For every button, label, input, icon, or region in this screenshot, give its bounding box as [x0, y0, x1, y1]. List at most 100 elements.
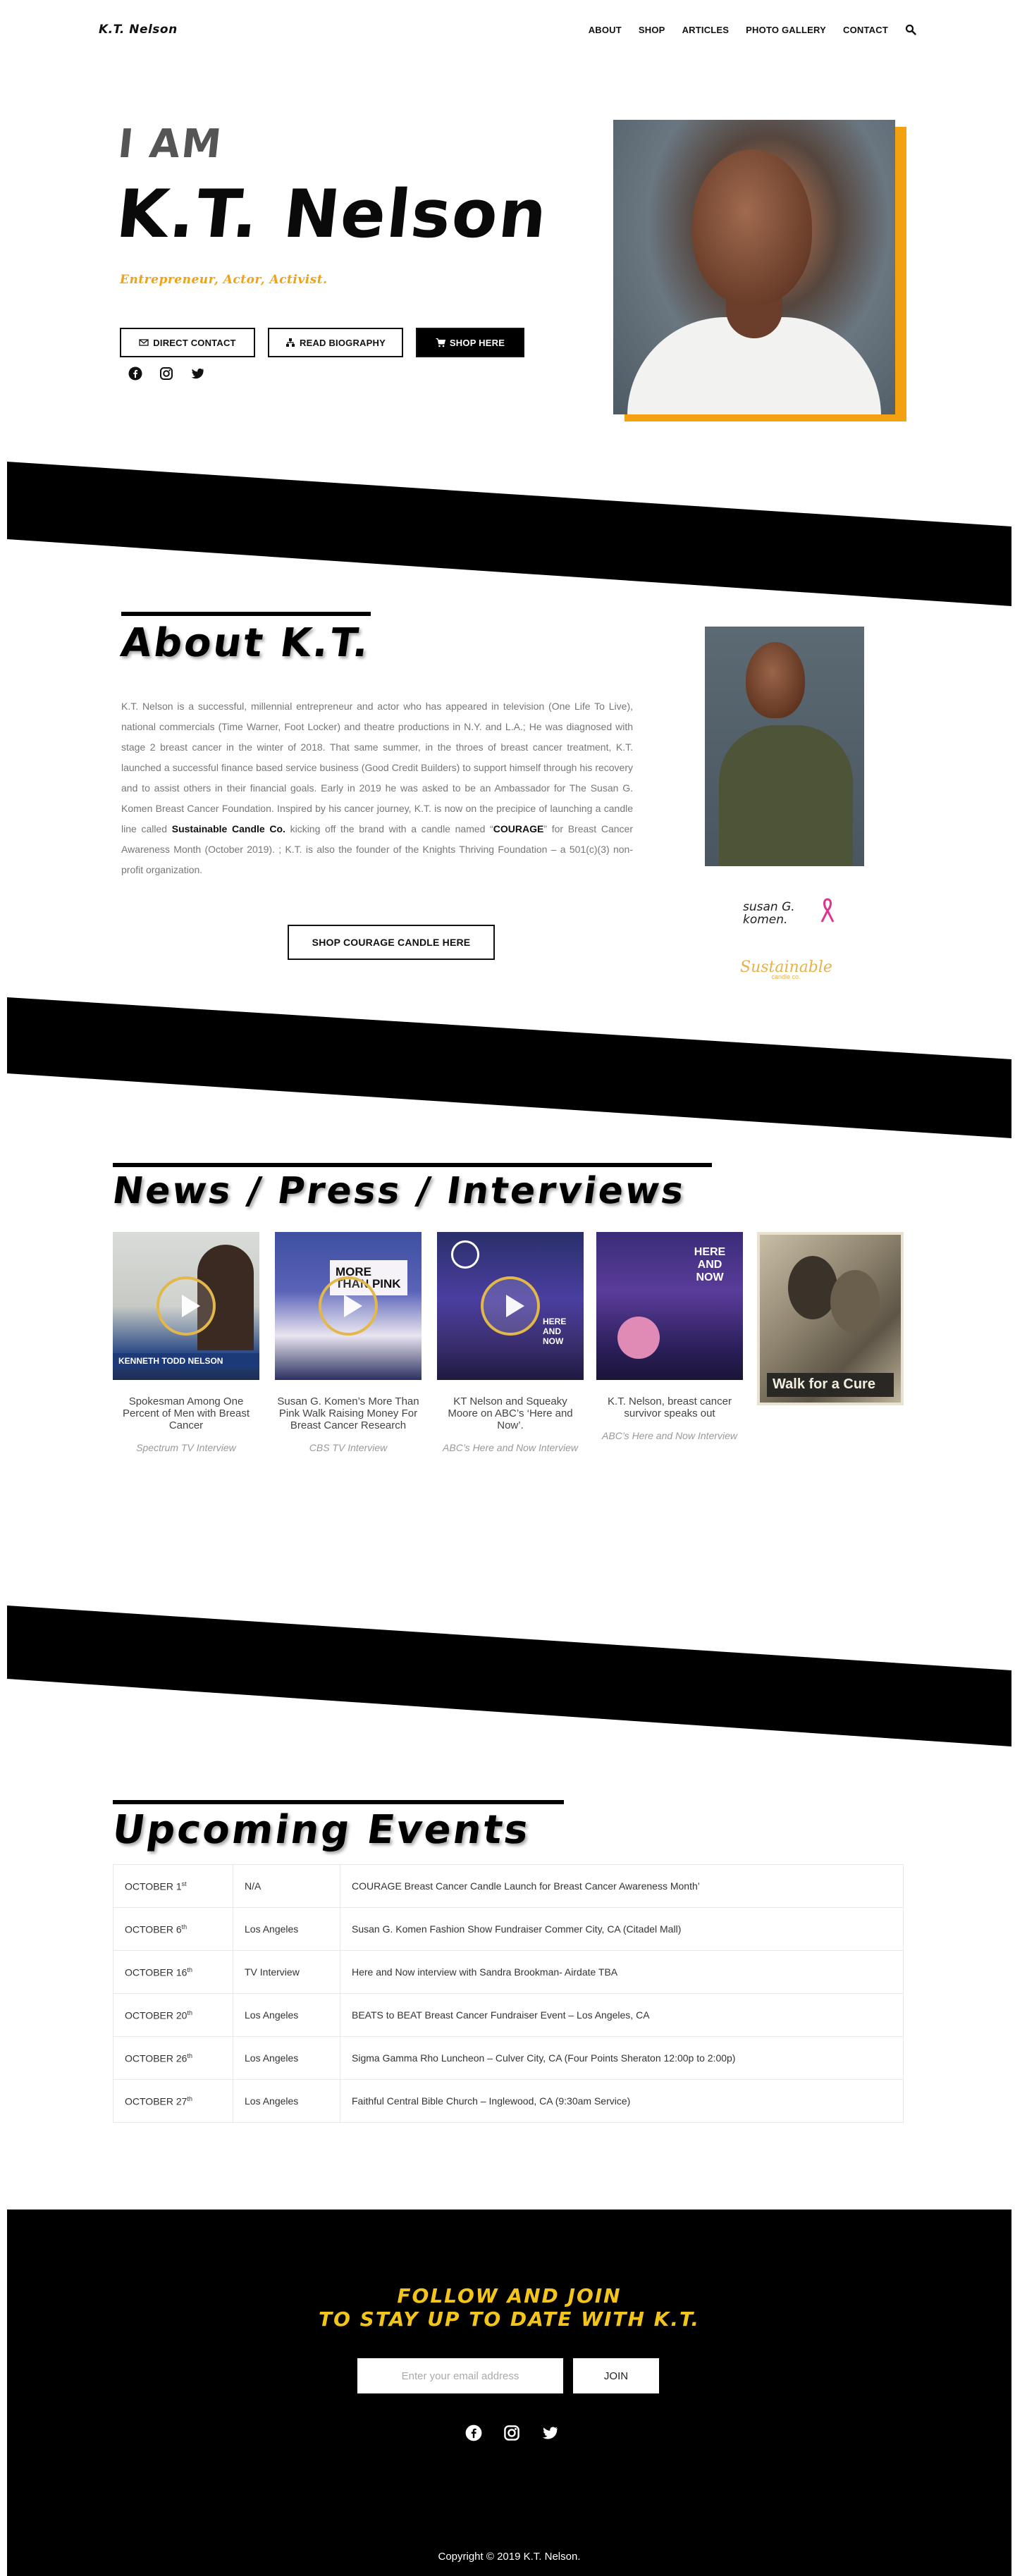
hero-intro: I AM: [116, 121, 225, 167]
email-field[interactable]: [357, 2358, 563, 2393]
divider-stripe: [7, 1606, 1011, 1746]
shop-here-button[interactable]: SHOP HERE: [416, 328, 524, 357]
news-caption: Walk for a Cure: [767, 1373, 894, 1397]
pink-ribbon-icon: [820, 898, 835, 923]
event-description: Here and Now interview with Sandra Brook…: [340, 1950, 904, 1994]
site-logo[interactable]: K.T. Nelson: [99, 23, 178, 37]
news-caption: HERE AND NOW: [694, 1246, 726, 1283]
komen-logo[interactable]: susan G. komen.: [743, 898, 842, 943]
shop-here-label: SHOP HERE: [449, 337, 505, 348]
event-date: OCTOBER 27th: [113, 2079, 233, 2123]
news-title-text[interactable]: Susan G. Komen’s More Than Pink Walk Rai…: [275, 1395, 422, 1431]
top-nav: K.T. Nelson ABOUT SHOP ARTICLES PHOTO GA…: [0, 0, 1015, 62]
instagram-icon[interactable]: [159, 366, 173, 381]
event-description: Sigma Gamma Rho Luncheon – Culver City, …: [340, 2036, 904, 2080]
event-date: OCTOBER 26th: [113, 2036, 233, 2080]
event-description: Susan G. Komen Fashion Show Fundraiser C…: [340, 1907, 904, 1951]
event-date: OCTOBER 6th: [113, 1907, 233, 1951]
news-card[interactable]: HERE AND NOW K.T. Nelson, breast cancer …: [596, 1232, 743, 1441]
about-title-rule: [121, 612, 371, 616]
news-source: ABC’s Here and Now Interview: [602, 1430, 737, 1441]
main-menu: ABOUT SHOP ARTICLES PHOTO GALLERY CONTAC…: [589, 24, 916, 35]
news-thumbnail[interactable]: KENNETH TODD NELSON: [113, 1232, 259, 1380]
news-title-text[interactable]: Spokesman Among One Percent of Men with …: [113, 1395, 259, 1431]
play-icon[interactable]: [481, 1276, 540, 1336]
events-title-rule: [113, 1800, 564, 1804]
courage-candle-name: COURAGE: [493, 823, 544, 834]
footer-headline-line2: TO STAY UP TO DATE WITH K.T.: [319, 2307, 700, 2331]
nav-articles[interactable]: ARTICLES: [682, 25, 730, 35]
news-card[interactable]: Walk for a Cure: [757, 1232, 904, 1405]
shop-courage-candle-label: SHOP COURAGE CANDLE HERE: [312, 937, 471, 948]
twitter-icon[interactable]: [541, 2424, 558, 2445]
news-card[interactable]: HERE AND NOW KT Nelson and Squeaky Moore…: [437, 1232, 584, 1453]
events-table: OCTOBER 1st N/A COURAGE Breast Cancer Ca…: [113, 1864, 904, 2123]
news-source: CBS TV Interview: [309, 1442, 388, 1453]
news-card[interactable]: MORE THAN PINK Susan G. Komen’s More Tha…: [275, 1232, 422, 1453]
envelope-icon: [139, 339, 149, 346]
events-title: Upcoming Events: [109, 1807, 534, 1853]
table-row: OCTOBER 16th TV Interview Here and Now i…: [113, 1950, 904, 1994]
footer-social-links: [465, 2424, 558, 2445]
nav-about[interactable]: ABOUT: [589, 25, 622, 35]
hero-portrait: [613, 120, 895, 414]
news-thumbnail[interactable]: MORE THAN PINK: [275, 1232, 422, 1380]
table-row: OCTOBER 6th Los Angeles Susan G. Komen F…: [113, 1907, 904, 1951]
news-source: Spectrum TV Interview: [136, 1442, 236, 1453]
news-title-rule: [113, 1163, 712, 1167]
hero-name: K.T. Nelson: [113, 176, 552, 253]
footer: FOLLOW AND JOIN TO STAY UP TO DATE WITH …: [7, 2210, 1011, 2576]
table-row: OCTOBER 27th Los Angeles Faithful Centra…: [113, 2079, 904, 2123]
event-description: Faithful Central Bible Church – Inglewoo…: [340, 2079, 904, 2123]
read-biography-label: READ BIOGRAPHY: [300, 337, 386, 348]
cart-icon: [436, 338, 445, 347]
nav-contact[interactable]: CONTACT: [843, 25, 888, 35]
event-location: N/A: [233, 1864, 340, 1908]
sustainable-candle-name: Sustainable Candle Co.: [171, 823, 285, 834]
news-title-text[interactable]: K.T. Nelson, breast cancer survivor spea…: [596, 1395, 743, 1419]
news-thumbnail[interactable]: HERE AND NOW: [596, 1232, 743, 1380]
event-location: Los Angeles: [233, 1993, 340, 2037]
event-date: OCTOBER 1st: [113, 1864, 233, 1908]
shop-courage-candle-button[interactable]: SHOP COURAGE CANDLE HERE: [288, 925, 495, 960]
sitemap-icon: [286, 338, 295, 347]
nav-shop[interactable]: SHOP: [639, 25, 665, 35]
direct-contact-button[interactable]: DIRECT CONTACT: [120, 328, 255, 357]
news-caption: KENNETH TODD NELSON: [113, 1353, 259, 1369]
nav-photo-gallery[interactable]: PHOTO GALLERY: [746, 25, 826, 35]
event-description: BEATS to BEAT Breast Cancer Fundraiser E…: [340, 1993, 904, 2037]
event-location: Los Angeles: [233, 2079, 340, 2123]
news-title: News / Press / Interviews: [109, 1170, 689, 1212]
divider-stripe: [7, 462, 1011, 606]
event-location: Los Angeles: [233, 2036, 340, 2080]
news-thumbnail[interactable]: Walk for a Cure: [757, 1232, 904, 1405]
join-button[interactable]: JOIN: [573, 2358, 659, 2393]
instagram-icon[interactable]: [503, 2424, 520, 2445]
facebook-icon[interactable]: [465, 2424, 482, 2445]
about-portrait: [705, 627, 864, 866]
event-location: TV Interview: [233, 1950, 340, 1994]
event-date: OCTOBER 20th: [113, 1993, 233, 2037]
event-description: COURAGE Breast Cancer Candle Launch for …: [340, 1864, 904, 1908]
news-card[interactable]: KENNETH TODD NELSON Spokesman Among One …: [113, 1232, 259, 1453]
play-icon[interactable]: [319, 1276, 378, 1336]
about-body: K.T. Nelson is a successful, millennial …: [121, 701, 633, 875]
facebook-icon[interactable]: [128, 366, 142, 381]
news-thumbnail[interactable]: HERE AND NOW: [437, 1232, 584, 1380]
read-biography-button[interactable]: READ BIOGRAPHY: [268, 328, 403, 357]
about-title: About K.T.: [118, 620, 374, 666]
table-row: OCTOBER 1st N/A COURAGE Breast Cancer Ca…: [113, 1864, 904, 1908]
hero-social-links: [128, 366, 204, 381]
footer-headline-line1: FOLLOW AND JOIN: [397, 2284, 622, 2307]
twitter-icon[interactable]: [190, 366, 204, 381]
news-title-text[interactable]: KT Nelson and Squeaky Moore on ABC’s ‘He…: [437, 1395, 584, 1431]
table-row: OCTOBER 20th Los Angeles BEATS to BEAT B…: [113, 1993, 904, 2037]
news-source: ABC’s Here and Now Interview: [443, 1442, 578, 1453]
table-row: OCTOBER 26th Los Angeles Sigma Gamma Rho…: [113, 2036, 904, 2080]
search-icon[interactable]: [905, 24, 916, 35]
hero-tagline: Entrepreneur, Actor, Activist.: [120, 273, 328, 287]
event-location: Los Angeles: [233, 1907, 340, 1951]
divider-stripe: [7, 997, 1011, 1138]
play-icon[interactable]: [156, 1276, 216, 1336]
news-caption: HERE AND NOW: [543, 1317, 567, 1346]
